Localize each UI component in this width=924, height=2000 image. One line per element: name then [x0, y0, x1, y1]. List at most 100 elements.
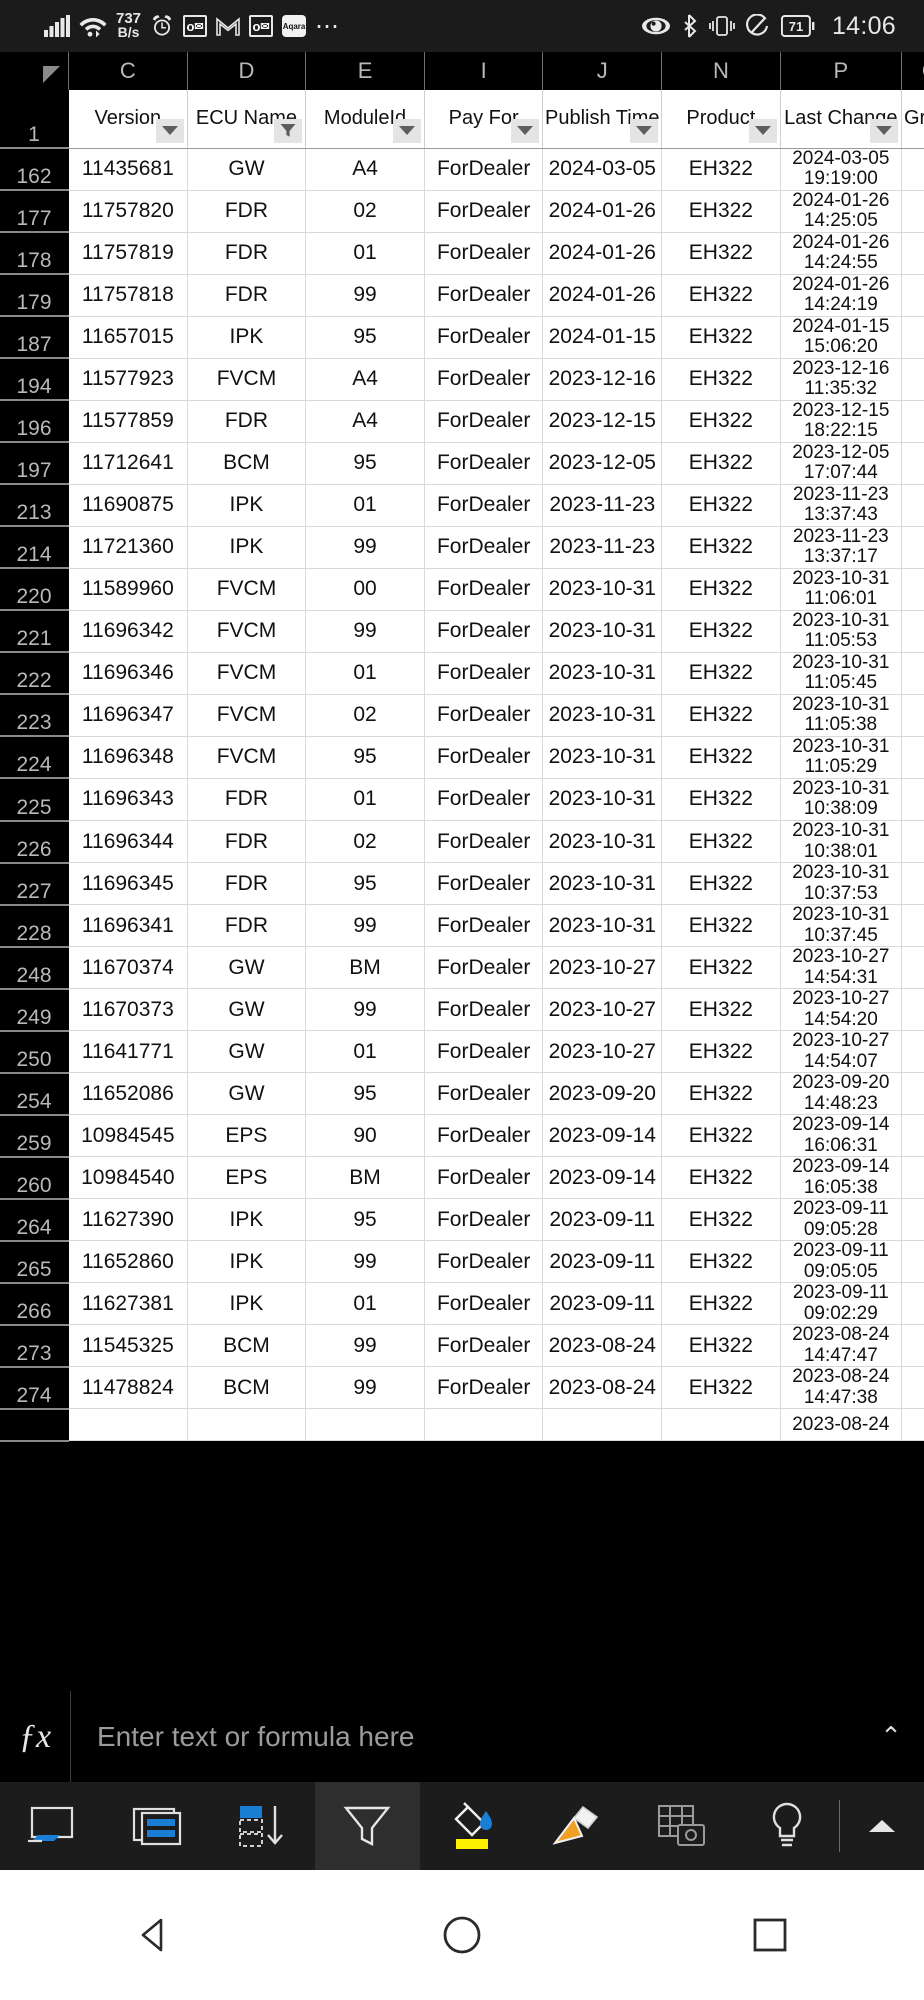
cell-moduleid[interactable]: 01	[305, 652, 425, 695]
filter-dropdown-ecu-name[interactable]	[274, 118, 303, 143]
row-number[interactable]: 259	[0, 1114, 70, 1158]
cell-product[interactable]: EH322	[661, 1072, 781, 1116]
column-letter-C[interactable]: C	[68, 52, 188, 90]
cell-moduleid[interactable]: 95	[305, 862, 425, 906]
row-number[interactable]: 222	[0, 652, 70, 696]
table-row[interactable]: 228 11696341 FDR 99 ForDealer 2023-10-31 EH322…	[0, 904, 924, 948]
cell-product[interactable]: EH322	[661, 820, 781, 864]
cell-version[interactable]: 11696348	[68, 736, 188, 779]
cell-publish-time[interactable]: 2023-10-31	[542, 694, 663, 737]
cell-version[interactable]: 11696344	[68, 820, 188, 864]
cell-version[interactable]: 11757818	[68, 274, 188, 317]
cell-partial[interactable]: 2023-08-24	[780, 1408, 902, 1442]
cell-partial[interactable]	[901, 1408, 924, 1442]
table-row[interactable]: 225 11696343 FDR 01 ForDealer 2023-10-31 EH322…	[0, 778, 924, 822]
table-row[interactable]: 226 11696344 FDR 02 ForDealer 2023-10-31 EH322…	[0, 820, 924, 864]
cell-pay-for[interactable]: ForDealer	[424, 1324, 544, 1368]
table-row[interactable]: 266 11627381 IPK 01 ForDealer 2023-09-11 EH322…	[0, 1282, 924, 1326]
cell-product[interactable]: EH322	[661, 442, 781, 485]
cell-version[interactable]: 11641771	[68, 1030, 188, 1074]
cell-last-change[interactable]: 2023-08-24 14:47:47	[780, 1325, 902, 1368]
cell-pay-for[interactable]: ForDealer	[424, 358, 544, 401]
cell-publish-time[interactable]: 2023-08-24	[542, 1366, 663, 1410]
cell-product[interactable]: EH322	[661, 232, 781, 275]
row-number[interactable]: 274	[0, 1366, 70, 1410]
row-number[interactable]: 260	[0, 1156, 70, 1200]
cell-moduleid[interactable]: 95	[305, 1198, 425, 1242]
table-row[interactable]: 224 11696348 FVCM 95 ForDealer 2023-10-31 EH32…	[0, 736, 924, 780]
cell-version[interactable]: 10984540	[68, 1156, 188, 1200]
cell-publish-time[interactable]: 2023-10-31	[542, 610, 663, 653]
cell-pay-for[interactable]: ForDealer	[424, 1366, 544, 1410]
header-cell-publish-time[interactable]: Publish Time	[542, 90, 663, 149]
cell-last-change[interactable]: 2023-09-20 14:48:23	[780, 1073, 902, 1116]
cell-product[interactable]: EH322	[661, 1156, 781, 1200]
row-number[interactable]	[0, 1408, 70, 1442]
table-row[interactable]: 248 11670374 GW BM ForDealer 2023-10-27 EH322 2…	[0, 946, 924, 990]
cell-publish-time[interactable]: 2023-12-16	[542, 358, 663, 401]
formula-bar[interactable]: ƒx Enter text or formula here ⌃	[0, 1690, 924, 1783]
cell-group[interactable]	[901, 1072, 924, 1116]
row-number[interactable]: 213	[0, 484, 70, 528]
filter-dropdown-moduleid[interactable]	[392, 118, 421, 143]
cell-pay-for[interactable]: ForDealer	[424, 568, 544, 611]
cell-publish-time[interactable]: 2023-12-15	[542, 400, 663, 443]
cell-product[interactable]: EH322	[661, 694, 781, 737]
cell-version[interactable]: 11696346	[68, 652, 188, 695]
cell-pay-for[interactable]: ForDealer	[424, 190, 544, 233]
cell-last-change[interactable]: 2023-12-15 18:22:15	[780, 400, 902, 443]
header-cell-ecu-name[interactable]: ECU Name	[187, 90, 307, 149]
cell-product[interactable]: EH322	[661, 1240, 781, 1284]
cell-moduleid[interactable]: 90	[305, 1114, 425, 1158]
cell-last-change[interactable]: 2023-10-31 10:37:45	[780, 905, 902, 948]
cell-moduleid[interactable]: 95	[305, 736, 425, 779]
cell-last-change[interactable]: 2023-10-31 10:38:09	[780, 778, 902, 822]
cell-product[interactable]: EH322	[661, 904, 781, 948]
cell-ecu-name[interactable]: IPK	[187, 484, 307, 527]
header-cell-last-change[interactable]: Last Change	[780, 90, 902, 149]
cell-product[interactable]: EH322	[661, 736, 781, 779]
table-row[interactable]: 214 11721360 IPK 99 ForDealer 2023-11-23 EH322…	[0, 526, 924, 570]
expand-formula-chevron-icon[interactable]: ⌃	[858, 1721, 924, 1752]
cell-publish-time[interactable]: 2023-09-11	[542, 1282, 663, 1326]
cell-product[interactable]: EH322	[661, 526, 781, 569]
cell-last-change[interactable]: 2023-10-31 11:06:01	[780, 568, 902, 611]
filter-dropdown-version[interactable]	[155, 118, 184, 143]
cell-last-change[interactable]: 2023-09-14 16:06:31	[780, 1115, 902, 1158]
cell-group[interactable]	[901, 1240, 924, 1284]
cell-pay-for[interactable]: ForDealer	[424, 736, 544, 779]
table-row[interactable]: 273 11545325 BCM 99 ForDealer 2023-08-24 EH322…	[0, 1324, 924, 1368]
filter-dropdown-product[interactable]	[748, 118, 777, 143]
cell-partial[interactable]	[187, 1408, 307, 1442]
cell-partial[interactable]	[68, 1408, 188, 1442]
cell-pay-for[interactable]: ForDealer	[424, 1282, 544, 1326]
cell-moduleid[interactable]: 99	[305, 1240, 425, 1284]
cell-last-change[interactable]: 2023-10-27 14:54:07	[780, 1031, 902, 1074]
cell-publish-time[interactable]: 2023-10-31	[542, 736, 663, 779]
cell-ecu-name[interactable]: FVCM	[187, 694, 307, 737]
cell-version[interactable]: 11696342	[68, 610, 188, 653]
row-number[interactable]: 220	[0, 568, 70, 612]
nav-home-button[interactable]	[402, 1890, 522, 1980]
cell-last-change[interactable]: 2024-03-05 19:19:00	[780, 148, 902, 191]
cell-group[interactable]	[901, 232, 924, 275]
cell-moduleid[interactable]: 01	[305, 232, 425, 275]
cell-publish-time[interactable]: 2024-03-05	[542, 148, 663, 191]
cell-product[interactable]: EH322	[661, 946, 781, 990]
table-row[interactable]: 274 11478824 BCM 99 ForDealer 2023-08-24 EH322…	[0, 1366, 924, 1410]
cell-ecu-name[interactable]: EPS	[187, 1156, 307, 1200]
cell-pay-for[interactable]: ForDealer	[424, 442, 544, 485]
format-painter-icon[interactable]	[524, 1782, 629, 1870]
table-row[interactable]: 254 11652086 GW 95 ForDealer 2023-09-20 EH322 2…	[0, 1072, 924, 1116]
spreadsheet-grid[interactable]: C D E I J N P Q 1 Version ECU Name	[0, 52, 924, 1690]
cell-publish-time[interactable]: 2024-01-15	[542, 316, 663, 359]
fx-icon[interactable]: ƒx	[0, 1718, 70, 1756]
table-row[interactable]: 264 11627390 IPK 95 ForDealer 2023-09-11 EH322…	[0, 1198, 924, 1242]
cell-moduleid[interactable]: BM	[305, 1156, 425, 1200]
cell-partial[interactable]	[305, 1408, 425, 1442]
cell-product[interactable]: EH322	[661, 1324, 781, 1368]
row-number[interactable]: 227	[0, 862, 70, 906]
cell-pay-for[interactable]: ForDealer	[424, 652, 544, 695]
cell-ecu-name[interactable]: GW	[187, 1030, 307, 1074]
cell-publish-time[interactable]: 2023-09-11	[542, 1198, 663, 1242]
